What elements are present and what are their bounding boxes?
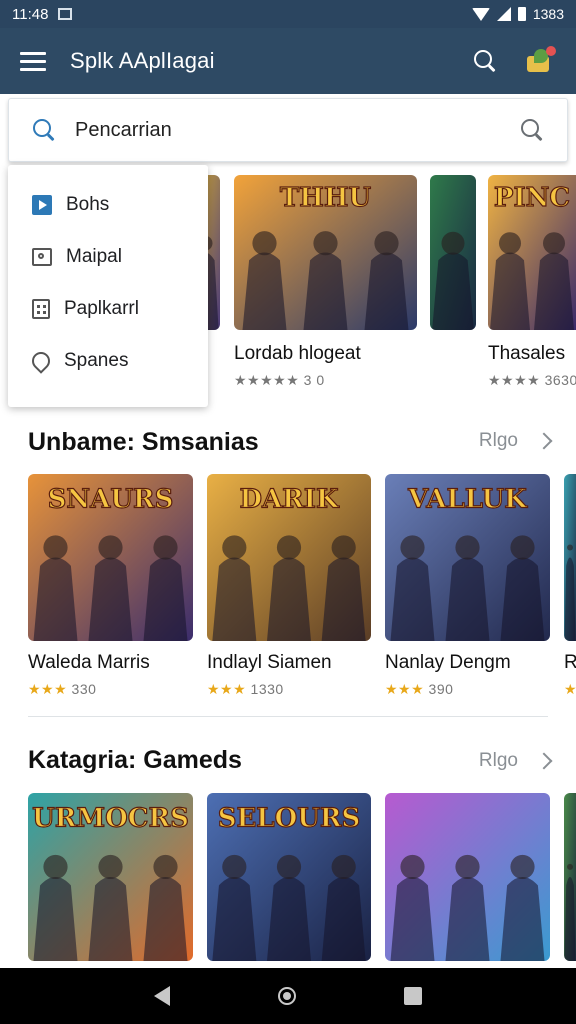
see-all-link[interactable]: Rlgo [478, 430, 553, 452]
pin-icon [28, 348, 54, 374]
game-artwork: VALLUK [385, 474, 550, 641]
game-thumbnail [564, 793, 576, 961]
image-icon [32, 248, 52, 266]
game-artwork [564, 474, 576, 641]
system-nav-bar [0, 968, 576, 1024]
category-card-0[interactable]: URMOCRS [28, 793, 193, 961]
category-card-1[interactable]: SELOURS [207, 793, 371, 961]
game-title: Waleda Marris [28, 652, 150, 673]
featured-card-3[interactable]: PINC Thasales ★★★★ 3630 [488, 175, 576, 395]
game-thumbnail: URMOCRS [28, 793, 193, 961]
notification-dot [546, 46, 556, 56]
game-logo-text: THHU [280, 183, 371, 213]
game-logo-text: SNAURS [48, 484, 174, 514]
app-bar: Splk AAplIagai [0, 28, 576, 94]
dropdown-item-label: Maipal [66, 246, 122, 267]
game-title: Nanlay Dengm [385, 652, 511, 673]
game-artwork: SNAURS [28, 474, 193, 641]
game-logo-text: PINC [494, 183, 570, 213]
signal-icon [496, 7, 511, 21]
game-rating: ★★★ 330 [28, 681, 97, 697]
game-card-3[interactable]: R ★ [564, 474, 576, 704]
home-icon[interactable] [278, 987, 296, 1005]
game-rating: ★★★ 1330 [207, 681, 284, 697]
game-card-0[interactable]: SNAURS Waleda Marris ★★★ 330 [28, 474, 193, 704]
search-icon [33, 119, 55, 141]
game-artwork [430, 175, 476, 330]
game-artwork: DARIK [207, 474, 371, 641]
see-all-label: Rlgo [478, 750, 518, 771]
menu-icon[interactable] [20, 51, 46, 71]
game-rating: ★★★ 390 [385, 681, 454, 697]
game-thumbnail [564, 474, 576, 641]
grid-icon [32, 299, 50, 319]
dropdown-item-label: Bohs [66, 194, 110, 215]
game-rating: ★★★★★ 3 0 [234, 372, 325, 388]
game-logo-text: DARIK [239, 484, 339, 514]
search-input[interactable] [73, 117, 477, 143]
search-filter-dropdown: Bohs Maipal Paplkarrl Spanes [8, 165, 208, 407]
game-thumbnail: DARIK [207, 474, 371, 641]
battery-icon [517, 7, 526, 21]
game-thumbnail: PINC [488, 175, 576, 330]
game-artwork [385, 793, 550, 961]
status-bar: 11:48 1383 [0, 0, 576, 28]
category-card-2[interactable] [385, 793, 550, 961]
game-thumbnail: THHU [234, 175, 417, 330]
featured-card-2[interactable] [430, 175, 476, 330]
game-logo-text: VALLUK [407, 484, 528, 514]
section-divider [28, 716, 548, 717]
featured-card-1[interactable]: THHU Lordab hlogeat ★★★★★ 3 0 [234, 175, 417, 395]
game-rating: ★ [564, 681, 576, 697]
search-submit-icon[interactable] [521, 119, 543, 141]
search-bar [8, 98, 568, 162]
game-artwork: SELOURS [207, 793, 371, 961]
game-title: Lordab hlogeat [234, 343, 361, 364]
dropdown-item-paplkarrl[interactable]: Paplkarrl [8, 283, 208, 335]
game-title: R [564, 652, 576, 673]
section-title: Katagria: Gameds [28, 746, 242, 774]
game-artwork: THHU [234, 175, 417, 330]
game-logo-text: URMOCRS [32, 804, 189, 834]
game-rating: ★★★★ 3630 [488, 372, 576, 388]
rewards-icon[interactable] [524, 46, 556, 76]
dropdown-item-bohs[interactable]: Bohs [8, 179, 208, 231]
search-icon[interactable] [474, 50, 496, 72]
game-artwork: PINC [488, 175, 576, 330]
status-time: 11:48 [12, 5, 49, 23]
game-thumbnail: SELOURS [207, 793, 371, 961]
chevron-right-icon [535, 752, 553, 770]
dropdown-item-maipal[interactable]: Maipal [8, 231, 208, 283]
notification-icon [58, 8, 73, 20]
play-icon [32, 195, 52, 215]
category-card-3[interactable] [564, 793, 576, 961]
game-logo-text: SELOURS [218, 804, 361, 834]
game-thumbnail: VALLUK [385, 474, 550, 641]
game-thumbnail: SNAURS [28, 474, 193, 641]
app-title: Splk AAplIagai [70, 48, 215, 73]
wifi-icon [471, 7, 490, 21]
back-icon[interactable] [154, 986, 170, 1006]
game-artwork: URMOCRS [28, 793, 193, 961]
game-artwork [564, 793, 576, 961]
battery-text: 1383 [532, 6, 564, 22]
chevron-right-icon [535, 432, 553, 450]
game-thumbnail [385, 793, 550, 961]
game-thumbnail [430, 175, 476, 330]
dropdown-item-spanes[interactable]: Spanes [8, 335, 208, 387]
see-all-link[interactable]: Rlgo [478, 750, 553, 772]
dropdown-item-label: Paplkarrl [64, 298, 139, 319]
dropdown-item-label: Spanes [64, 350, 129, 371]
see-all-label: Rlgo [478, 430, 518, 451]
recents-icon[interactable] [404, 987, 422, 1005]
section-title: Unbame: Smsanias [28, 428, 259, 456]
game-card-2[interactable]: VALLUK Nanlay Dengm ★★★ 390 [385, 474, 550, 704]
game-title: Thasales [488, 343, 566, 364]
game-card-1[interactable]: DARIK Indlayl Siamen ★★★ 1330 [207, 474, 371, 704]
game-title: Indlayl Siamen [207, 652, 332, 673]
